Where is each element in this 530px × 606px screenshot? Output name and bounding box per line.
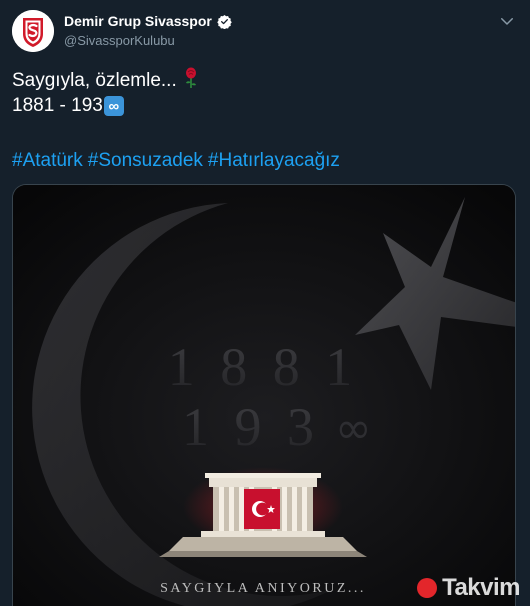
sivasspor-logo-icon <box>12 10 54 52</box>
year-1881: 1 8 8 1 <box>168 337 359 397</box>
handle[interactable]: @SivassporKulubu <box>64 33 232 48</box>
infinity-symbol: ∞ <box>335 403 372 454</box>
chevron-down-icon[interactable] <box>498 12 516 30</box>
hashtag-ataturk[interactable]: #Atatürk <box>12 150 83 172</box>
watermark-text: Takvim <box>442 574 520 601</box>
rose-icon <box>183 67 199 95</box>
year-193: 1 9 3 <box>182 397 320 457</box>
takvim-watermark: Takvim <box>415 574 520 602</box>
infinity-icon: ∞ <box>103 96 124 116</box>
verified-badge-icon <box>217 14 232 29</box>
hashtag-hatirlayacagiz[interactable]: #Hatırlayacağız <box>208 150 340 172</box>
tweet-author: Demir Grup Sivasspor @SivassporKulubu <box>64 13 232 48</box>
tweet-text-line-2: 1881 - 193 ∞ <box>12 95 124 117</box>
author-name-row: Demir Grup Sivasspor <box>64 13 232 29</box>
tweet-image[interactable]: 1 8 8 1 1 9 3 ∞ SAYGIYLA ANIYORUZ... <box>12 184 516 606</box>
display-name[interactable]: Demir Grup Sivasspor <box>64 13 212 29</box>
tweet: Demir Grup Sivasspor @SivassporKulubu Sa… <box>0 0 530 606</box>
takvim-logo-icon <box>417 578 438 598</box>
tweet-text-years: 1881 - 193 <box>12 95 103 116</box>
hashtag-sonsuzadek[interactable]: #Sonsuzadek <box>88 150 203 172</box>
avatar[interactable] <box>12 10 54 52</box>
image-caption: SAYGIYLA ANIYORUZ... <box>160 581 366 596</box>
hashtag-list: #Atatürk #Sonsuzadek #Hatırlayacağız <box>12 150 340 172</box>
tweet-text: Saygıyla, özlemle... <box>12 70 177 91</box>
tweet-text-line-1: Saygıyla, özlemle... <box>12 67 199 95</box>
